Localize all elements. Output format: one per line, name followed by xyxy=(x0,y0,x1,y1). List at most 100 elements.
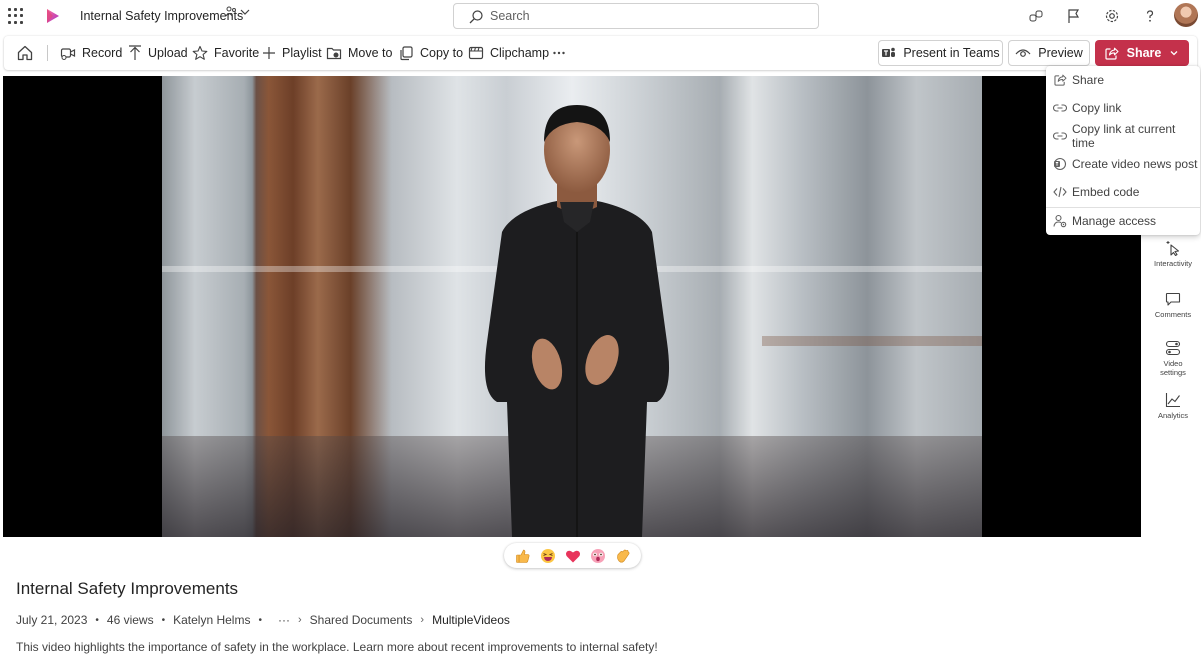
comment-icon xyxy=(1165,292,1181,306)
playlist-label: Playlist xyxy=(282,46,322,60)
upload-button[interactable]: Upload xyxy=(128,36,188,70)
present-in-teams-button[interactable]: Present in Teams xyxy=(878,40,1003,66)
comments-button[interactable]: Comments xyxy=(1146,291,1200,319)
menu-item-label: Share xyxy=(1072,73,1105,87)
copy-to-button[interactable]: Copy to xyxy=(398,36,463,70)
home-button[interactable] xyxy=(16,36,34,70)
preview-button[interactable]: Preview xyxy=(1008,40,1090,66)
record-label: Record xyxy=(82,46,123,60)
surprised-emoji-icon[interactable] xyxy=(590,548,606,564)
analytics-button[interactable]: Analytics xyxy=(1146,392,1200,420)
news-icon xyxy=(1053,157,1067,171)
plus-icon xyxy=(263,47,275,59)
playlist-button[interactable]: Playlist xyxy=(262,36,322,70)
video-meta: July 21, 2023 • 46 views • Katelyn Helms… xyxy=(16,613,510,627)
laugh-emoji-icon[interactable] xyxy=(540,548,556,564)
more-horizontal-icon xyxy=(553,51,565,55)
search-icon xyxy=(469,10,483,24)
bullet-separator: • xyxy=(95,614,99,626)
user-avatar[interactable] xyxy=(1174,3,1198,27)
more-options-button[interactable] xyxy=(552,36,566,70)
favorite-label: Favorite xyxy=(214,46,260,60)
chevron-right-icon: › xyxy=(420,614,425,626)
chart-line-icon xyxy=(1165,393,1180,408)
video-frame xyxy=(162,76,982,537)
breadcrumb-shared-documents[interactable]: Shared Documents xyxy=(310,613,413,627)
cursor-sparkle-icon xyxy=(1166,241,1180,256)
share-icon xyxy=(1105,47,1119,60)
bullet-separator: • xyxy=(258,614,262,626)
divider xyxy=(47,45,48,61)
chevron-down-icon xyxy=(1170,51,1178,56)
menu-item-manage-access[interactable]: Manage access xyxy=(1046,207,1200,235)
menu-item-label: Embed code xyxy=(1072,185,1140,199)
chevron-down-icon[interactable] xyxy=(239,6,251,18)
people-settings-icon xyxy=(1053,214,1067,228)
move-to-button[interactable]: Move to xyxy=(326,36,392,70)
stream-logo-icon[interactable] xyxy=(44,7,62,25)
top-header: Internal Safety Improvements xyxy=(0,0,1201,33)
upload-label: Upload xyxy=(148,46,188,60)
search-input[interactable] xyxy=(490,8,790,24)
chevron-right-icon: › xyxy=(298,614,302,626)
clipchamp-label: Clipchamp xyxy=(490,46,550,60)
share-link-icon[interactable] xyxy=(1026,6,1046,26)
search-box[interactable] xyxy=(453,3,819,29)
code-icon xyxy=(1053,185,1067,199)
breadcrumb-current-folder[interactable]: MultipleVideos xyxy=(432,613,510,627)
menu-item-label: Create video news post xyxy=(1072,157,1198,171)
menu-item-copy-link-time[interactable]: Copy link at current time xyxy=(1046,122,1200,150)
copy-icon xyxy=(400,46,413,61)
menu-item-label: Manage access xyxy=(1072,214,1157,228)
clipchamp-button[interactable]: Clipchamp xyxy=(468,36,549,70)
menu-item-embed-code[interactable]: Embed code xyxy=(1046,178,1200,206)
analytics-label: Analytics xyxy=(1157,411,1188,420)
record-button[interactable]: Record xyxy=(60,36,122,70)
preview-label: Preview xyxy=(1038,46,1083,60)
home-icon xyxy=(17,45,33,61)
video-player[interactable] xyxy=(3,76,1141,537)
favorite-button[interactable]: Favorite xyxy=(192,36,259,70)
present-in-teams-label: Present in Teams xyxy=(903,46,1000,60)
move-to-label: Move to xyxy=(348,46,393,60)
command-bar: Record Upload Favorite Playlist Move to … xyxy=(4,36,1197,70)
menu-item-share[interactable]: Share xyxy=(1046,66,1200,94)
breadcrumb-more[interactable]: ··· xyxy=(278,613,290,627)
star-icon xyxy=(192,45,208,60)
document-title: Internal Safety Improvements xyxy=(80,9,244,23)
copy-to-label: Copy to xyxy=(420,46,464,60)
comments-label: Comments xyxy=(1154,310,1192,319)
view-count: 46 views xyxy=(106,613,154,627)
menu-item-label: Copy link xyxy=(1072,101,1122,115)
clap-icon[interactable] xyxy=(615,548,631,564)
video-description: This video highlights the importance of … xyxy=(16,640,658,654)
menu-item-video-news-post[interactable]: Create video news post xyxy=(1046,150,1200,178)
heart-icon[interactable] xyxy=(565,548,581,564)
video-title: Internal Safety Improvements xyxy=(16,579,239,598)
bullet-separator: • xyxy=(161,614,166,626)
video-settings-label: Video settings xyxy=(1160,359,1186,377)
move-folder-icon xyxy=(326,47,342,60)
thumbs-up-icon[interactable] xyxy=(515,548,531,564)
link-icon xyxy=(1053,129,1067,143)
app-launcher-icon[interactable] xyxy=(8,8,24,24)
share-label: Share xyxy=(1126,46,1162,60)
clipchamp-icon xyxy=(468,46,484,60)
eye-icon xyxy=(1015,49,1031,57)
shared-people-icon[interactable] xyxy=(225,6,237,18)
help-icon[interactable] xyxy=(1140,6,1160,26)
author-name[interactable]: Katelyn Helms xyxy=(173,613,250,627)
interactivity-label: Interactivity xyxy=(1154,259,1192,268)
upload-icon xyxy=(129,45,141,60)
interactivity-button[interactable]: Interactivity xyxy=(1146,240,1200,268)
settings-gear-icon[interactable] xyxy=(1102,6,1122,26)
teams-icon xyxy=(882,47,896,57)
link-icon xyxy=(1053,101,1067,115)
share-icon xyxy=(1053,73,1067,87)
share-button[interactable]: Share xyxy=(1095,40,1189,66)
toggle-settings-icon xyxy=(1165,340,1181,356)
video-settings-button[interactable]: Video settings xyxy=(1146,340,1200,377)
upload-date: July 21, 2023 xyxy=(16,613,88,627)
menu-item-copy-link[interactable]: Copy link xyxy=(1046,94,1200,122)
flag-icon[interactable] xyxy=(1064,6,1084,26)
